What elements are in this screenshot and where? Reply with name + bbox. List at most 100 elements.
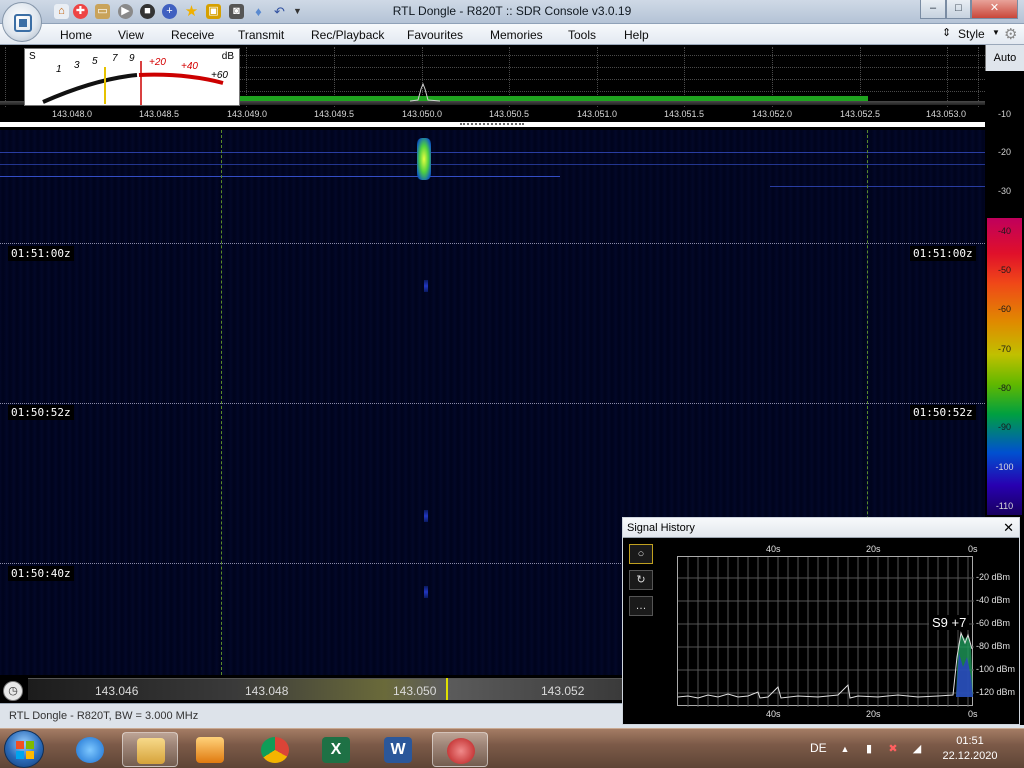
maximize-button[interactable]: □ — [946, 0, 971, 19]
tuning-scale[interactable]: 143.046 143.048 143.050 143.052 — [28, 678, 622, 700]
stop-icon[interactable]: ■ — [140, 4, 155, 19]
frequency-tick-label: 143.053.0 — [925, 109, 967, 119]
level-label: -20 — [997, 147, 1011, 157]
network-error-icon[interactable]: ✖ — [886, 742, 900, 756]
carrier-trace — [0, 152, 985, 153]
spectrum-grid-line — [947, 47, 948, 107]
history-db-label: -60 dBm — [976, 618, 1011, 628]
close-button[interactable]: ✕ — [971, 0, 1018, 19]
waterfall-color-scale[interactable]: -40 -50 -60 -70 -80 -90 -100 -110 — [987, 218, 1022, 515]
windows-logo-icon — [16, 741, 34, 759]
spectrum-grid-line — [240, 91, 985, 92]
menu-home[interactable]: Home — [60, 28, 92, 42]
menu-memories[interactable]: Memories — [490, 28, 543, 42]
frequency-axis[interactable]: 143.048.0 143.048.5 143.049.0 143.049.5 … — [0, 109, 985, 123]
history-db-label: -80 dBm — [976, 641, 1011, 651]
play-icon[interactable]: ▶ — [118, 4, 133, 19]
excel-icon[interactable]: X — [308, 732, 364, 767]
menu-transmit[interactable]: Transmit — [238, 28, 284, 42]
frequency-tick-label: 143.049.5 — [313, 109, 355, 119]
s-meter-reading: S9 +7 — [929, 615, 970, 630]
file-explorer-icon[interactable] — [122, 732, 178, 767]
frequency-tick-label: 143.050.0 — [401, 109, 443, 119]
time-label: 01:51:00z — [8, 246, 74, 261]
s-scale-value: 9 — [129, 53, 135, 64]
history-time-label: 40s — [766, 544, 781, 554]
window-title: RTL Dongle - R820T :: SDR Console v3.0.1… — [392, 4, 632, 18]
chrome-icon[interactable] — [247, 732, 303, 767]
tuning-clock-icon[interactable]: ◷ — [3, 681, 23, 701]
history-db-label: -40 dBm — [976, 595, 1011, 605]
history-db-label: -20 dBm — [976, 572, 1011, 582]
frequency-tick-label: 143.052.0 — [751, 109, 793, 119]
time-label: 01:50:52z — [8, 405, 74, 420]
level-label: -30 — [997, 186, 1011, 196]
frequency-tick-label: 143.050.5 — [488, 109, 530, 119]
frequency-tick-label: 143.048.0 — [51, 109, 93, 119]
spectrum-grid-line — [240, 55, 985, 56]
style-dropdown[interactable]: ⇕ Style ▼ ⚙ — [942, 25, 1024, 43]
carrier-trace — [0, 164, 985, 165]
time-marker-line — [0, 243, 985, 244]
minimize-button[interactable]: – — [920, 0, 946, 19]
history-time-label: 40s — [766, 709, 781, 719]
menu-tools[interactable]: Tools — [568, 28, 596, 42]
tuning-bar[interactable]: ◷ 143.046 143.048 143.050 143.052 — [0, 675, 622, 703]
splitter-handle[interactable] — [460, 123, 524, 125]
system-clock[interactable]: 01:51 22.12.2020 — [930, 734, 1010, 764]
tuning-frequency-label: 143.050 — [393, 684, 437, 698]
more-icon[interactable]: … — [629, 596, 653, 616]
s-meter: S dB 1 3 5 7 9 +20 +40 +60 — [24, 48, 240, 106]
frequency-tick-label: 143.051.5 — [663, 109, 705, 119]
undo-icon[interactable]: ↶ — [272, 4, 287, 19]
carrier-trace — [0, 176, 560, 177]
language-indicator[interactable]: DE — [810, 741, 827, 755]
signal-history-header[interactable]: Signal History ✕ — [623, 518, 1019, 538]
star-icon[interactable]: ★ — [184, 4, 199, 19]
signal-trace — [424, 510, 428, 522]
drop-icon[interactable]: ♦ — [251, 4, 266, 19]
carrier-trace — [770, 186, 985, 187]
home-icon[interactable]: ⌂ — [54, 4, 69, 19]
menu-receive[interactable]: Receive — [171, 28, 214, 42]
circle-icon[interactable]: ○ — [629, 544, 653, 564]
volume-icon[interactable]: ◢ — [910, 742, 924, 756]
gear-icon[interactable]: ⚙ — [1004, 25, 1017, 43]
signal-history-plot[interactable] — [677, 556, 974, 707]
s-scale-value: 7 — [112, 53, 118, 64]
time-marker-line — [0, 403, 985, 404]
close-icon[interactable]: ✕ — [1003, 520, 1014, 536]
start-button[interactable] — [4, 730, 44, 768]
taskbar: X W DE ▲ ▮ ✖ ◢ 01:51 22.12.2020 — [0, 728, 1024, 768]
lock-icon[interactable]: ▣ — [206, 4, 221, 19]
lifebuoy-icon[interactable]: ✚ — [73, 4, 88, 19]
color-scale-label: -80 — [997, 383, 1011, 393]
s-scale-value: 1 — [56, 64, 62, 75]
application-menu-button[interactable] — [2, 2, 42, 42]
refresh-icon[interactable]: ↻ — [629, 570, 653, 590]
db-scale-value: +60 — [211, 70, 228, 81]
tuning-marker[interactable] — [446, 678, 448, 700]
menu-rec-playback[interactable]: Rec/Playback — [311, 28, 384, 42]
clock-time: 01:51 — [956, 735, 984, 747]
menu-help[interactable]: Help — [624, 28, 649, 42]
spectrum-grid-line — [978, 47, 979, 107]
folder-icon[interactable]: ▭ — [95, 4, 110, 19]
db-unit-label: dB — [221, 51, 234, 62]
device-icon[interactable]: ▮ — [862, 742, 876, 756]
show-hidden-icons-icon[interactable]: ▲ — [838, 742, 852, 756]
status-bar: RTL Dongle - R820T, BW = 3.000 MHz — [0, 703, 622, 728]
menu-view[interactable]: View — [118, 28, 144, 42]
history-db-label: -100 dBm — [976, 664, 1016, 674]
add-icon[interactable]: + — [162, 4, 177, 19]
media-player-icon[interactable] — [182, 732, 238, 767]
sdr-console-icon[interactable] — [432, 732, 488, 767]
s-scale-value: 3 — [74, 60, 80, 71]
auto-level-button[interactable]: Auto — [985, 45, 1024, 71]
internet-explorer-icon[interactable] — [62, 732, 118, 767]
spectrum-display[interactable]: S dB 1 3 5 7 9 +20 +40 +60 143.048.0 143… — [0, 45, 985, 128]
word-icon[interactable]: W — [370, 732, 426, 767]
camera-icon[interactable]: ◙ — [229, 4, 244, 19]
level-label: -10 — [997, 109, 1011, 119]
menu-favourites[interactable]: Favourites — [407, 28, 463, 42]
